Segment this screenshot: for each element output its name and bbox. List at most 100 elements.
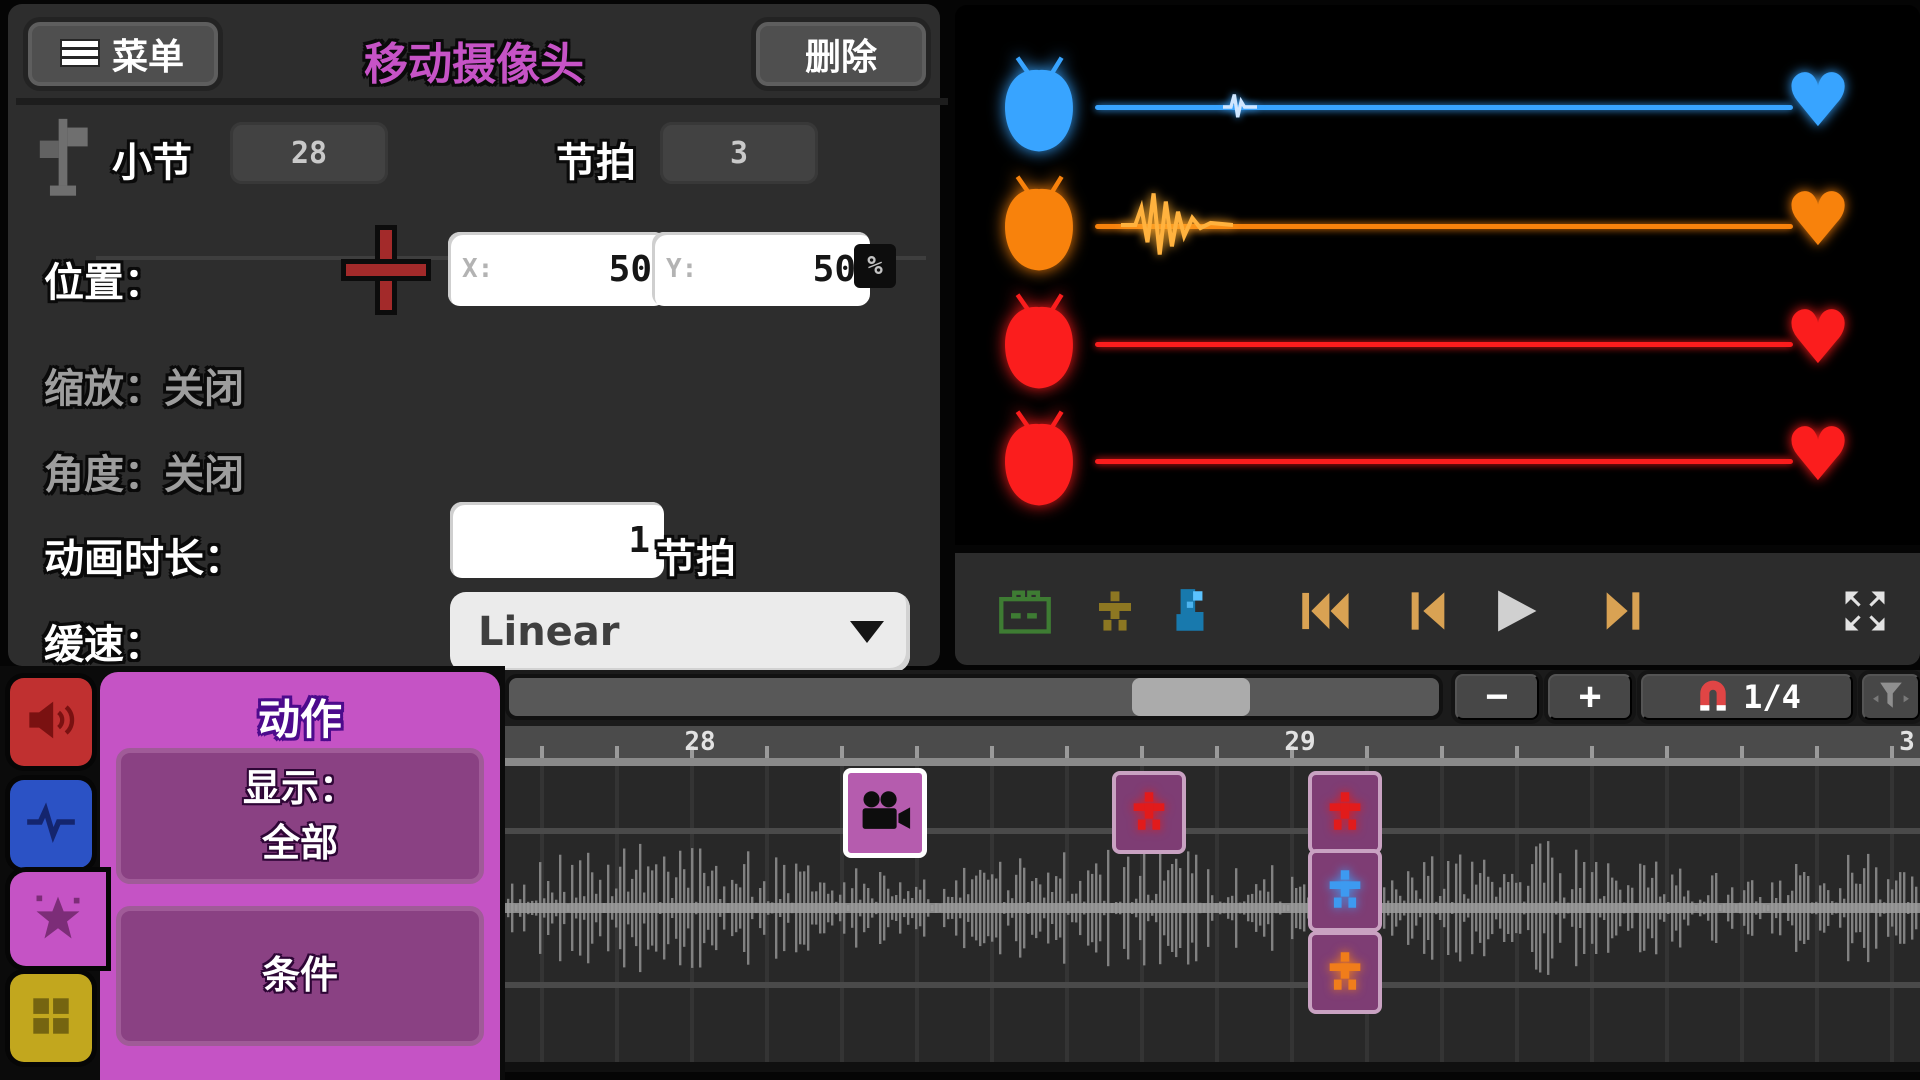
person-icon	[1322, 952, 1368, 994]
boot-icon[interactable]	[1163, 585, 1219, 637]
heart-red-2: ♥	[1773, 418, 1863, 492]
delete-button[interactable]: 删除	[756, 22, 926, 86]
chevron-down-icon	[850, 621, 884, 643]
show-filter-button[interactable]: 显示： 全部	[116, 748, 484, 884]
previous-beat-icon[interactable]	[1400, 585, 1456, 637]
timeline-scrollbar-track[interactable]	[509, 678, 1439, 716]
camera-icon	[859, 789, 911, 837]
timeline-event-move-camera-selected[interactable]	[843, 768, 927, 858]
ruler-tick	[540, 746, 544, 758]
duration-value: 1	[464, 520, 650, 561]
actions-panel-title: 动作	[100, 686, 500, 747]
ruler-tick	[990, 746, 994, 758]
speaker-icon	[25, 697, 77, 747]
ruler-tick	[1665, 746, 1669, 758]
star-icon	[30, 891, 86, 947]
ruler-tick	[1515, 746, 1519, 758]
conditions-label: 条件	[262, 948, 338, 1003]
audio-waveform	[505, 836, 1920, 982]
zoom-in-button[interactable]: +	[1548, 674, 1632, 720]
magnet-icon	[1693, 677, 1733, 717]
ruler-tick	[1140, 746, 1144, 758]
conditions-button[interactable]: 条件	[116, 906, 484, 1046]
fullscreen-icon[interactable]	[1837, 585, 1893, 637]
play-icon[interactable]	[1488, 585, 1544, 637]
ruler-tick	[840, 746, 844, 758]
character-red-1	[993, 289, 1085, 397]
flag-icon	[34, 112, 92, 204]
timeline-event-character-blue[interactable]	[1308, 849, 1382, 932]
beat-line-red-1	[1095, 342, 1793, 347]
x-field-value: 50	[493, 249, 652, 290]
preview-toolbar	[955, 553, 1920, 665]
game-preview: ♥ ♥ ♥ ♥	[955, 5, 1920, 545]
ruler-tick	[1365, 746, 1369, 758]
timeline-event-character-red[interactable]	[1308, 771, 1382, 854]
timeline-ruler[interactable]: 28 29 3	[505, 726, 1920, 758]
next-beat-icon[interactable]	[1595, 585, 1651, 637]
character-orange	[993, 171, 1085, 279]
y-input[interactable]: Y: 50	[652, 232, 870, 306]
heart-orange: ♥	[1773, 183, 1863, 257]
angle-setting-label[interactable]: 角度：关闭	[44, 442, 244, 500]
sidebar-tab-rows[interactable]	[10, 780, 92, 868]
beat-line-blue	[1095, 105, 1793, 110]
zoom-out-button[interactable]: −	[1455, 674, 1539, 720]
heart-red-1: ♥	[1773, 301, 1863, 375]
ruler-bar-label: 3	[1899, 727, 1915, 757]
ruler-bottom-strip	[505, 758, 1920, 766]
scale-setting-label[interactable]: 缩放：关闭	[44, 356, 244, 414]
duration-label: 动画时长：	[44, 526, 244, 584]
percent-unit-toggle[interactable]: %	[854, 244, 896, 288]
ruler-tick	[1815, 746, 1819, 758]
sidebar-tab-rooms[interactable]	[10, 974, 92, 1062]
ruler-bar-label: 29	[1284, 727, 1315, 757]
character-icon[interactable]	[1087, 585, 1143, 637]
person-icon	[1126, 792, 1172, 834]
timeline-event-character-red[interactable]	[1112, 771, 1186, 854]
camera-event-inspector: 菜单 移动摄像头 删除 小节 28 节拍 3 位置： X: 50 Y: 50 %…	[8, 4, 940, 666]
ruler-bar-label: 28	[684, 727, 715, 757]
beat-label: 节拍	[556, 130, 636, 188]
y-field-value: 50	[697, 249, 856, 290]
snap-button[interactable]: 1/4	[1641, 674, 1853, 720]
beat-pulse-icon	[1223, 90, 1257, 128]
ruler-tick	[1440, 746, 1444, 758]
ruler-tick	[765, 746, 769, 758]
sidebar-tab-actions[interactable]	[10, 872, 106, 966]
person-icon	[1322, 792, 1368, 834]
x-field-label: X:	[462, 254, 493, 284]
ruler-tick	[1215, 746, 1219, 758]
toolbox-icon[interactable]	[997, 585, 1053, 637]
timeline-grid[interactable]	[505, 766, 1920, 1062]
beat-value-box[interactable]: 3	[660, 122, 818, 184]
bar-label: 小节	[112, 130, 192, 188]
ruler-tick	[915, 746, 919, 758]
bar-value-box[interactable]: 28	[230, 122, 388, 184]
filter-events-button[interactable]	[1862, 674, 1920, 720]
snap-value: 1/4	[1743, 678, 1801, 716]
heart-blue: ♥	[1773, 64, 1863, 138]
ease-dropdown-value: Linear	[478, 609, 620, 655]
ease-dropdown[interactable]: Linear	[450, 592, 910, 672]
x-input[interactable]: X: 50	[448, 232, 666, 306]
duration-input[interactable]: 1	[450, 502, 664, 578]
show-filter-line1: 显示：	[243, 761, 357, 816]
rhythm-editor-app: 菜单 移动摄像头 删除 小节 28 节拍 3 位置： X: 50 Y: 50 %…	[0, 0, 1920, 1080]
funnel-icon	[1871, 679, 1911, 715]
beat-line-red-2	[1095, 459, 1793, 464]
header-separator	[16, 98, 948, 105]
position-label: 位置：	[44, 250, 164, 308]
y-field-label: Y:	[666, 254, 697, 284]
skip-to-start-icon[interactable]	[1298, 585, 1354, 637]
ruler-tick	[1890, 746, 1894, 758]
duration-unit-label: 节拍	[656, 526, 736, 584]
ease-label: 缓速：	[44, 612, 164, 670]
sidebar-tab-sounds[interactable]	[10, 678, 92, 766]
timeline-bottom-shadow	[505, 1062, 1920, 1072]
row-divider	[505, 828, 1920, 834]
crosshair-icon[interactable]	[344, 228, 428, 312]
timeline-event-character-orange[interactable]	[1308, 931, 1382, 1014]
ruler-tick	[615, 746, 619, 758]
timeline-scrollbar-thumb[interactable]	[1132, 678, 1250, 716]
